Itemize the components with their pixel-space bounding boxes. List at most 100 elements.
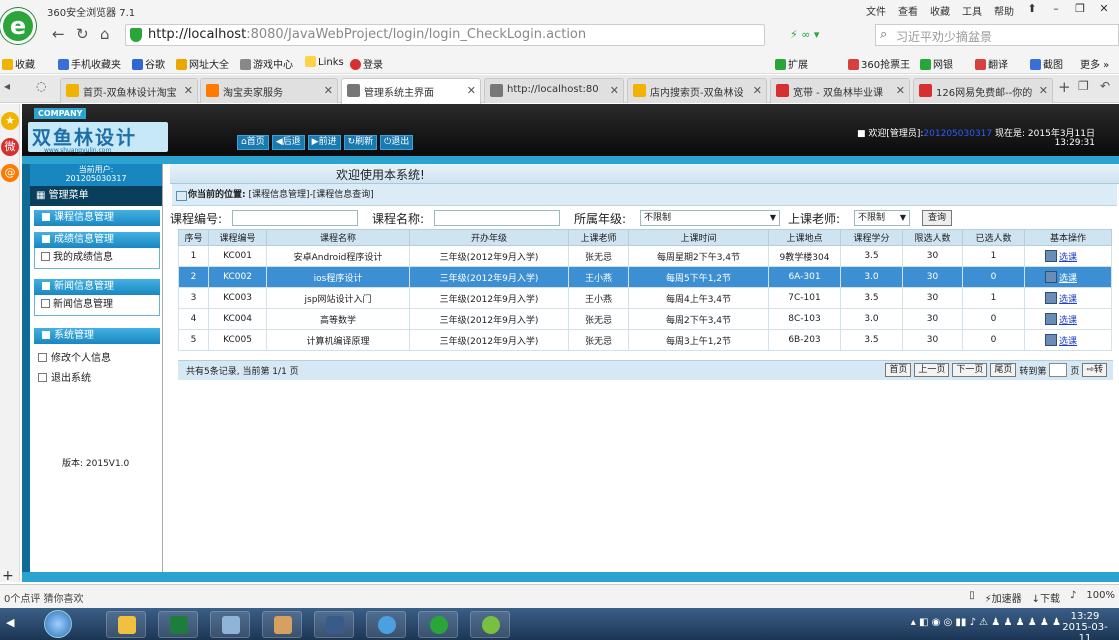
bookmark-item[interactable]: 收藏	[2, 56, 35, 71]
browser-tab[interactable]: 126网易免费邮--你的 ✕	[913, 78, 1053, 103]
address-bar[interactable]: http://localhost:8080/JavaWebProject/log…	[125, 24, 765, 46]
menu-view[interactable]: 查看	[898, 3, 918, 18]
accelerator-item[interactable]: ⚡加速器	[985, 590, 1022, 605]
menu-my-scores[interactable]: 我的成绩信息	[34, 248, 160, 269]
course-no-input[interactable]	[232, 210, 358, 226]
last-page-button[interactable]: 尾页	[990, 363, 1017, 377]
weibo-icon[interactable]: 微	[1, 138, 19, 156]
pin-icon[interactable]: ⬆	[1021, 1, 1043, 17]
bookmark-item[interactable]: 游戏中心	[240, 56, 293, 71]
panel-splitter[interactable]	[162, 164, 170, 572]
close-icon[interactable]: ✕	[1093, 1, 1115, 17]
edit-icon[interactable]	[1044, 270, 1057, 283]
bank-item[interactable]: 网银	[920, 56, 953, 71]
start-button-icon[interactable]	[44, 610, 72, 638]
new-tab-icon[interactable]: +	[1058, 78, 1071, 96]
browser-tab-active[interactable]: 管理系统主界面 ✕	[341, 78, 481, 104]
taskbar-app[interactable]	[262, 611, 302, 638]
bookmark-item[interactable]: 网址大全	[176, 56, 229, 71]
extension-icon[interactable]: ⚡ ∞ ▾	[790, 28, 819, 41]
bookmark-item[interactable]: 谷歌	[132, 56, 165, 71]
search-box[interactable]: ⌕ 习近平劝少摘盆景	[875, 24, 1119, 46]
minimize-icon[interactable]: –	[1045, 1, 1067, 17]
browser-tab[interactable]: 宽带 - 双鱼林毕业课 ✕	[770, 78, 910, 103]
tab-close-icon[interactable]: ✕	[753, 84, 762, 97]
table-row[interactable]: 4 KC004 高等数学 三年级(2012年9月入学) 张无忌 每周2下午3,4节 8C-1…	[178, 308, 1112, 330]
menu-news-manage[interactable]: 新闻信息管理	[34, 295, 160, 316]
mail-icon[interactable]: @	[1, 164, 19, 182]
taskbar-clock[interactable]: 13:29 2015-03-11	[1057, 611, 1113, 640]
taskbar-scroll-icon[interactable]: ◀	[6, 616, 14, 629]
go-button[interactable]: ⇨转	[1082, 363, 1107, 377]
menu-help[interactable]: 帮助	[994, 3, 1014, 18]
sidebar-add-icon[interactable]: +	[2, 568, 14, 584]
edit-icon[interactable]	[1044, 333, 1057, 346]
taskbar-app[interactable]	[314, 611, 354, 638]
download-item[interactable]: ↓下载	[1032, 590, 1060, 605]
menu-system[interactable]: 系统管理	[34, 328, 160, 344]
course-name-input[interactable]	[434, 210, 560, 226]
taskbar-app[interactable]	[418, 611, 458, 638]
edit-icon[interactable]	[1044, 291, 1057, 304]
menu-edit-profile[interactable]: 修改个人信息	[38, 349, 111, 364]
forward-button[interactable]: ▶前进	[307, 135, 341, 150]
edit-icon[interactable]	[1044, 249, 1057, 262]
phone-icon[interactable]: ▯	[969, 590, 975, 605]
grade-select[interactable]: 不限制 ▼	[640, 210, 780, 226]
screenshot-item[interactable]: 截图	[1030, 56, 1063, 71]
tab-close-icon[interactable]: ✕	[467, 84, 476, 97]
first-page-button[interactable]: 首页	[885, 363, 912, 377]
table-row[interactable]: 3 KC003 jsp网站设计入门 三年级(2012年9月入学) 王小燕 每周4上午3,4…	[178, 287, 1112, 309]
ticket-item[interactable]: 360抢票王	[848, 56, 910, 71]
logout-button[interactable]: ⏻退出	[380, 135, 414, 150]
select-course-link[interactable]: 选课	[1059, 274, 1091, 284]
favorites-star-icon[interactable]: ★	[1, 112, 19, 130]
tab-scroll-left-icon[interactable]: ◂	[4, 79, 10, 93]
back-icon[interactable]: ←	[52, 25, 65, 43]
taskbar-app[interactable]	[470, 611, 510, 638]
menu-news-info[interactable]: 新闻信息管理	[34, 279, 160, 295]
tab-close-icon[interactable]: ✕	[184, 84, 193, 97]
table-row[interactable]: 1 KC001 安卓Android程序设计 三年级(2012年9月入学) 张无忌 每周星期…	[178, 245, 1112, 267]
translate-item[interactable]: 翻译	[975, 56, 1008, 71]
menu-logout[interactable]: 退出系统	[38, 369, 91, 384]
table-row[interactable]: 5 KC005 计算机编译原理 三年级(2012年9月入学) 张无忌 每周3上午1,2节 6…	[178, 329, 1112, 351]
tab-close-icon[interactable]: ✕	[610, 84, 619, 97]
maximize-icon[interactable]: ❐	[1069, 1, 1091, 17]
taskbar-app[interactable]	[158, 611, 198, 638]
teacher-select[interactable]: 不限制 ▼	[854, 210, 910, 226]
bookmark-item[interactable]: 手机收藏夹	[58, 56, 121, 71]
menu-score-info[interactable]: 成绩信息管理	[34, 232, 160, 248]
undo-close-icon[interactable]: ↶	[1100, 79, 1110, 93]
menu-course-info[interactable]: 课程信息管理	[34, 210, 160, 226]
more-item[interactable]: 更多 »	[1080, 56, 1109, 71]
query-button[interactable]: 查询	[922, 210, 952, 226]
browser-tab[interactable]: 首页-双鱼林设计淘宝 ✕	[60, 78, 198, 103]
taskbar-app[interactable]	[106, 611, 146, 638]
refresh-button[interactable]: ↻刷新	[343, 135, 378, 150]
tab-close-icon[interactable]: ✕	[1039, 84, 1048, 97]
taskbar-app[interactable]	[210, 611, 250, 638]
next-page-button[interactable]: 下一页	[952, 363, 988, 377]
browser-tab[interactable]: http://localhost:80 ✕	[484, 78, 624, 103]
table-row[interactable]: 2 KC002 ios程序设计 三年级(2012年9月入学) 王小燕 每周5下午1,2节 6…	[178, 266, 1112, 288]
back-button[interactable]: ◀后退	[271, 135, 305, 150]
restore-tab-icon[interactable]: ◌	[36, 79, 46, 93]
edit-icon[interactable]	[1044, 312, 1057, 325]
select-course-link[interactable]: 选课	[1059, 337, 1091, 347]
volume-icon[interactable]: ♪	[1070, 590, 1076, 605]
home-button[interactable]: ⌂首页	[237, 135, 269, 150]
home-icon[interactable]: ⌂	[100, 25, 110, 43]
select-course-link[interactable]: 选课	[1059, 295, 1091, 305]
tab-close-icon[interactable]: ✕	[896, 84, 905, 97]
tab-close-icon[interactable]: ✕	[324, 84, 333, 97]
extensions-item[interactable]: 扩展	[775, 56, 808, 71]
select-course-link[interactable]: 选课	[1059, 253, 1091, 263]
browser-tab[interactable]: 店内搜索页-双鱼林设 ✕	[627, 78, 767, 103]
tab-list-icon[interactable]: ❐	[1078, 79, 1089, 93]
prev-page-button[interactable]: 上一页	[914, 363, 950, 377]
page-number-input[interactable]	[1049, 363, 1068, 377]
bookmark-item[interactable]: Links	[305, 56, 344, 68]
menu-favorites[interactable]: 收藏	[930, 3, 950, 18]
taskbar-app[interactable]	[366, 611, 406, 638]
